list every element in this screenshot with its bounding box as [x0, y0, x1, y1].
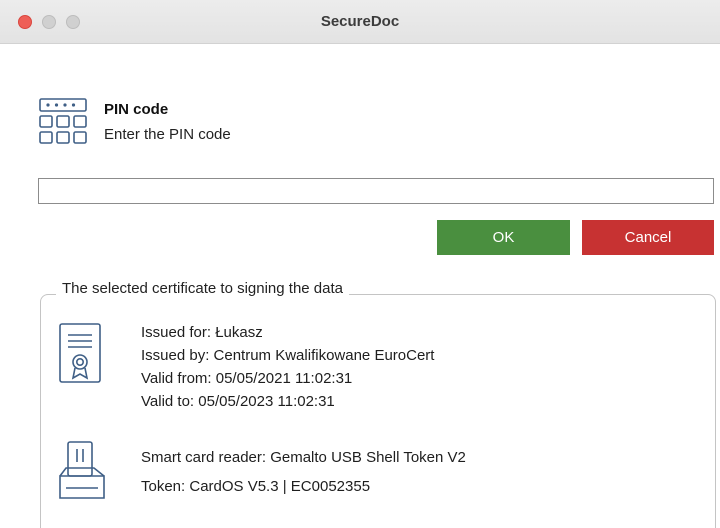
title-bar: SecureDoc [0, 0, 720, 44]
certificate-icon [59, 323, 101, 383]
certificate-group-legend: The selected certificate to signing the … [56, 280, 350, 297]
securedoc-window: SecureDoc PIN code Enter the PIN code OK… [0, 0, 720, 528]
keypad-icon [39, 98, 87, 144]
valid-to-text: Valid to: 05/05/2023 11:02:31 [141, 393, 335, 410]
valid-from-text: Valid from: 05/05/2021 11:02:31 [141, 370, 353, 387]
window-title: SecureDoc [320, 13, 400, 30]
pin-input[interactable] [38, 178, 714, 204]
pin-subtitle: Enter the PIN code [104, 126, 231, 143]
ok-button[interactable]: OK [437, 220, 570, 255]
card-reader-text: Smart card reader: Gemalto USB Shell Tok… [141, 449, 466, 466]
cancel-button[interactable]: Cancel [582, 220, 714, 255]
card-reader-icon [59, 441, 105, 499]
issued-by-text: Issued by: Centrum Kwalifikowane EuroCer… [141, 347, 435, 364]
token-text: Token: CardOS V5.3 | EC0052355 [141, 478, 371, 495]
pin-title: PIN code [104, 101, 169, 118]
issued-for-text: Issued for: Łukasz [141, 324, 263, 341]
